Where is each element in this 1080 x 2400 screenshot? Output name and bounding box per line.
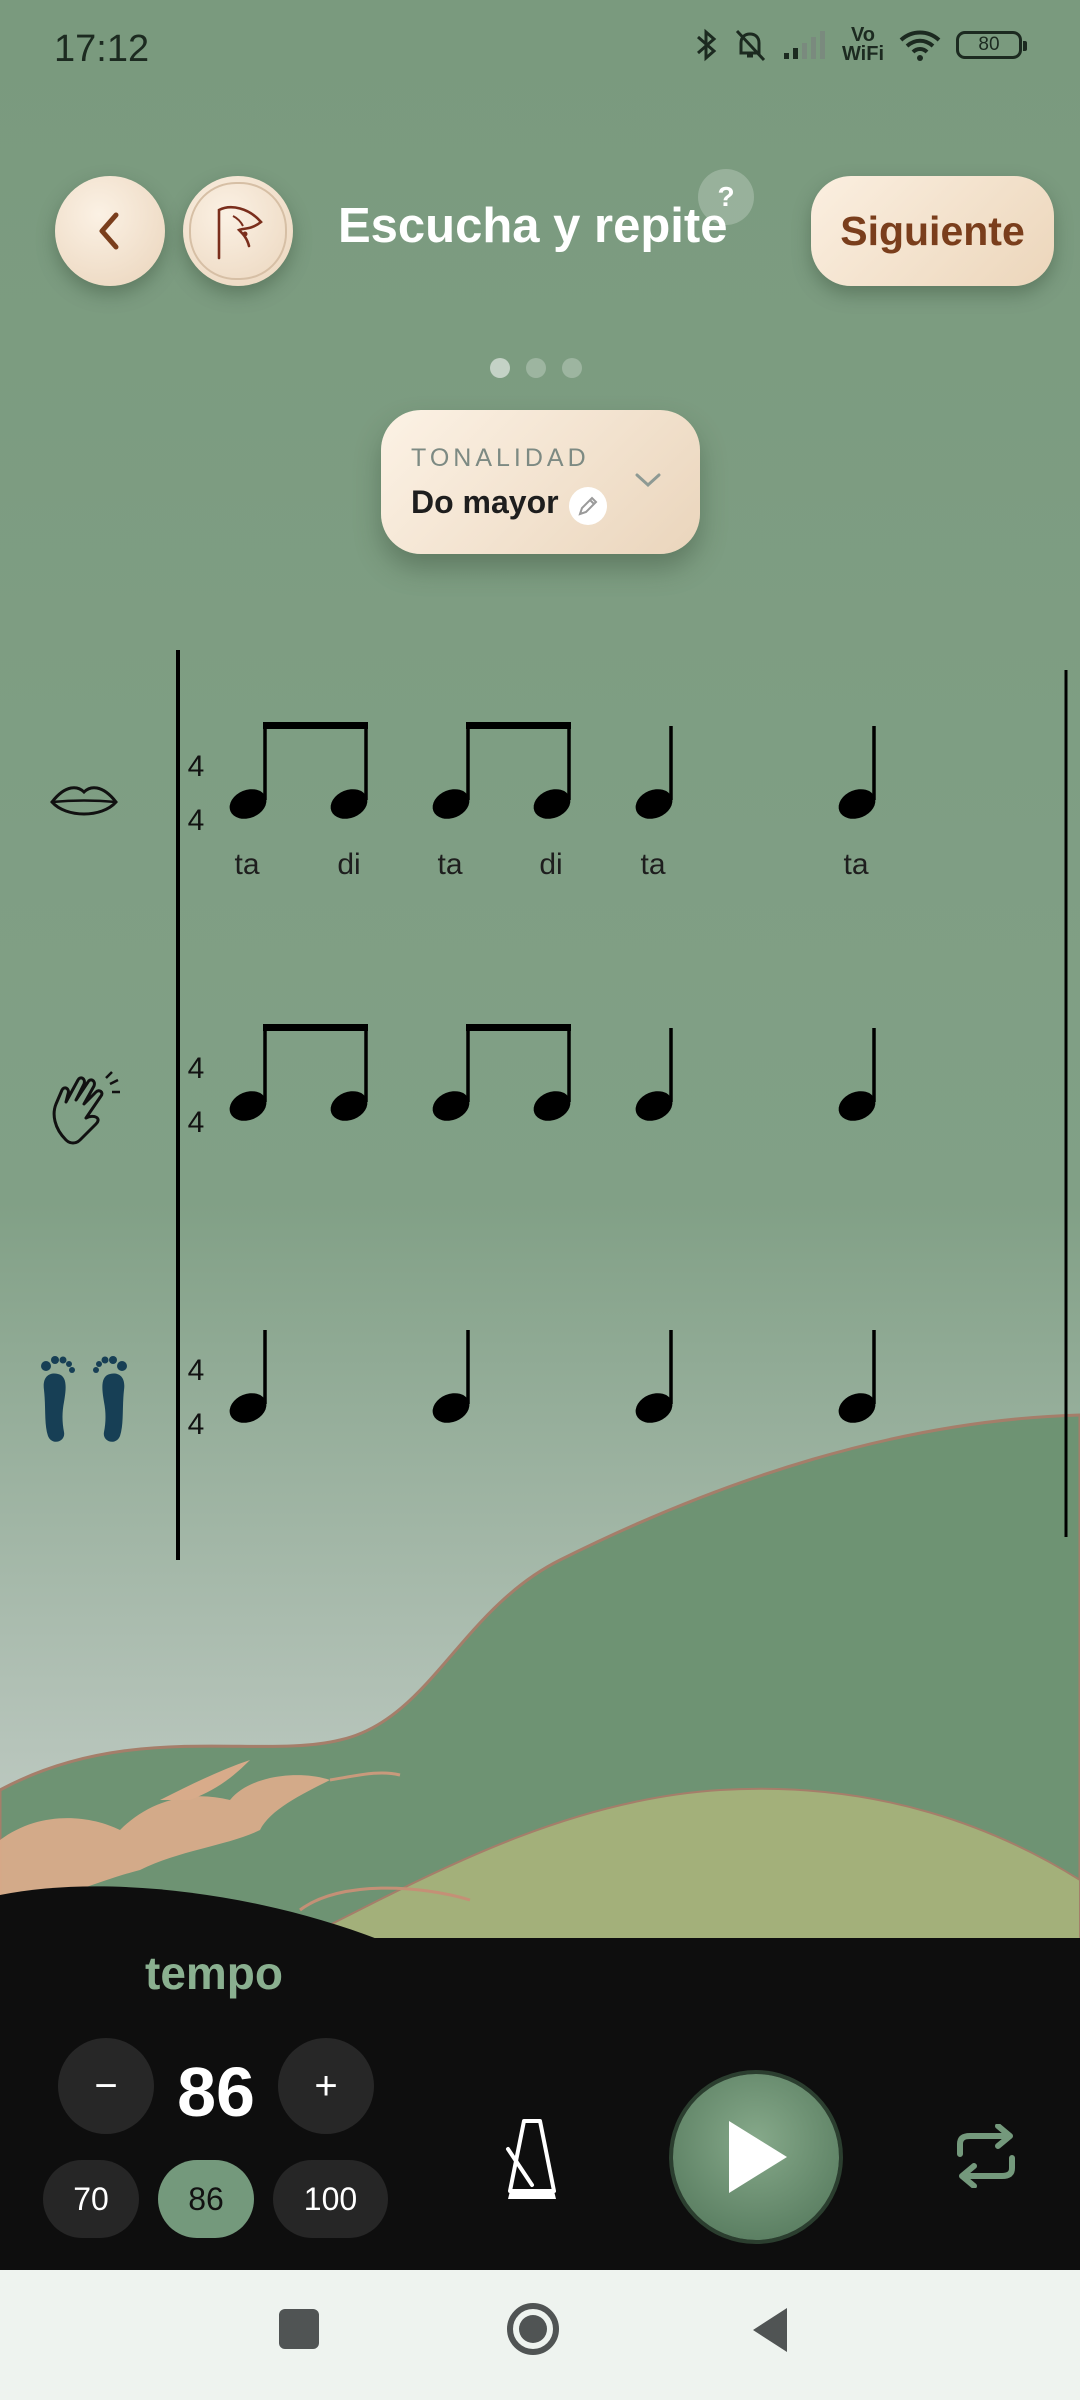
next-button[interactable]: Siguiente xyxy=(811,176,1054,286)
edit-pencil-icon xyxy=(578,496,598,516)
syllable-3: ta xyxy=(437,848,463,881)
repeat-icon[interactable] xyxy=(952,2124,1020,2188)
page-dot-1 xyxy=(490,358,510,378)
home-button[interactable] xyxy=(507,2303,559,2355)
key-selector[interactable]: TONALIDAD Do mayor xyxy=(381,410,700,554)
tempo-preset-70[interactable]: 70 xyxy=(43,2160,139,2238)
tempo-preset-100[interactable]: 100 xyxy=(273,2160,388,2238)
footprints-icon xyxy=(41,1356,127,1442)
edit-key-button[interactable] xyxy=(569,487,607,525)
time-signature-top: 4 xyxy=(188,1354,205,1387)
help-button[interactable]: ? xyxy=(698,169,754,225)
beam xyxy=(466,722,571,729)
page-dot-3 xyxy=(562,358,582,378)
nav-back-icon[interactable] xyxy=(749,2304,791,2356)
beam xyxy=(466,1024,571,1031)
status-time: 17:12 xyxy=(54,28,150,70)
syllable-5: ta xyxy=(640,848,666,881)
back-button[interactable] xyxy=(55,176,165,286)
play-icon xyxy=(729,2121,787,2193)
vowifi-label: Vo WiFi xyxy=(841,24,884,65)
logo-ring xyxy=(189,182,287,280)
rhythm-score: 4 4 4 4 4 4 xyxy=(41,650,1068,1560)
page-title: Escucha y repite xyxy=(338,199,728,253)
key-selector-label: TONALIDAD xyxy=(411,444,590,472)
syllable-2: di xyxy=(337,848,361,881)
play-button[interactable] xyxy=(673,2074,839,2240)
metronome-icon[interactable] xyxy=(500,2115,564,2201)
chevron-down-icon[interactable] xyxy=(632,468,664,492)
app-logo-button[interactable] xyxy=(183,176,293,286)
recent-apps-button[interactable] xyxy=(279,2309,319,2349)
beam xyxy=(263,1024,368,1031)
time-signature-top: 4 xyxy=(188,1052,205,1085)
bluetooth-icon xyxy=(696,28,717,62)
tempo-preset-86[interactable]: 86 xyxy=(158,2160,254,2238)
syllable-4: di xyxy=(539,848,563,881)
tempo-value: 86 xyxy=(177,2053,255,2131)
time-signature-bottom: 4 xyxy=(188,1408,205,1441)
page-dot-2 xyxy=(526,358,546,378)
tempo-decrease-button[interactable]: − xyxy=(58,2038,154,2134)
time-signature-bottom: 4 xyxy=(188,804,205,837)
signal-icon xyxy=(783,31,825,59)
lips-icon xyxy=(50,786,118,816)
back-chevron-icon xyxy=(99,212,119,250)
clapping-hands-icon xyxy=(52,1071,120,1145)
logo-icon xyxy=(217,206,263,260)
tempo-label: tempo xyxy=(145,1947,283,1999)
time-signature-bottom: 4 xyxy=(188,1106,205,1139)
status-icons: Vo WiFi 80 xyxy=(694,24,1027,65)
battery-indicator: 80 xyxy=(956,31,1027,59)
mute-bell-icon xyxy=(735,29,766,62)
notes-layer: 4 4 4 4 4 4 xyxy=(188,722,876,1441)
key-selector-value: Do mayor xyxy=(411,484,559,520)
page-indicator xyxy=(490,358,582,378)
syllable-6: ta xyxy=(843,848,869,881)
time-signature-top: 4 xyxy=(188,750,205,783)
wifi-icon xyxy=(899,30,941,61)
syllable-1: ta xyxy=(234,848,260,881)
tempo-increase-button[interactable]: + xyxy=(278,2038,374,2134)
beam xyxy=(263,722,368,729)
